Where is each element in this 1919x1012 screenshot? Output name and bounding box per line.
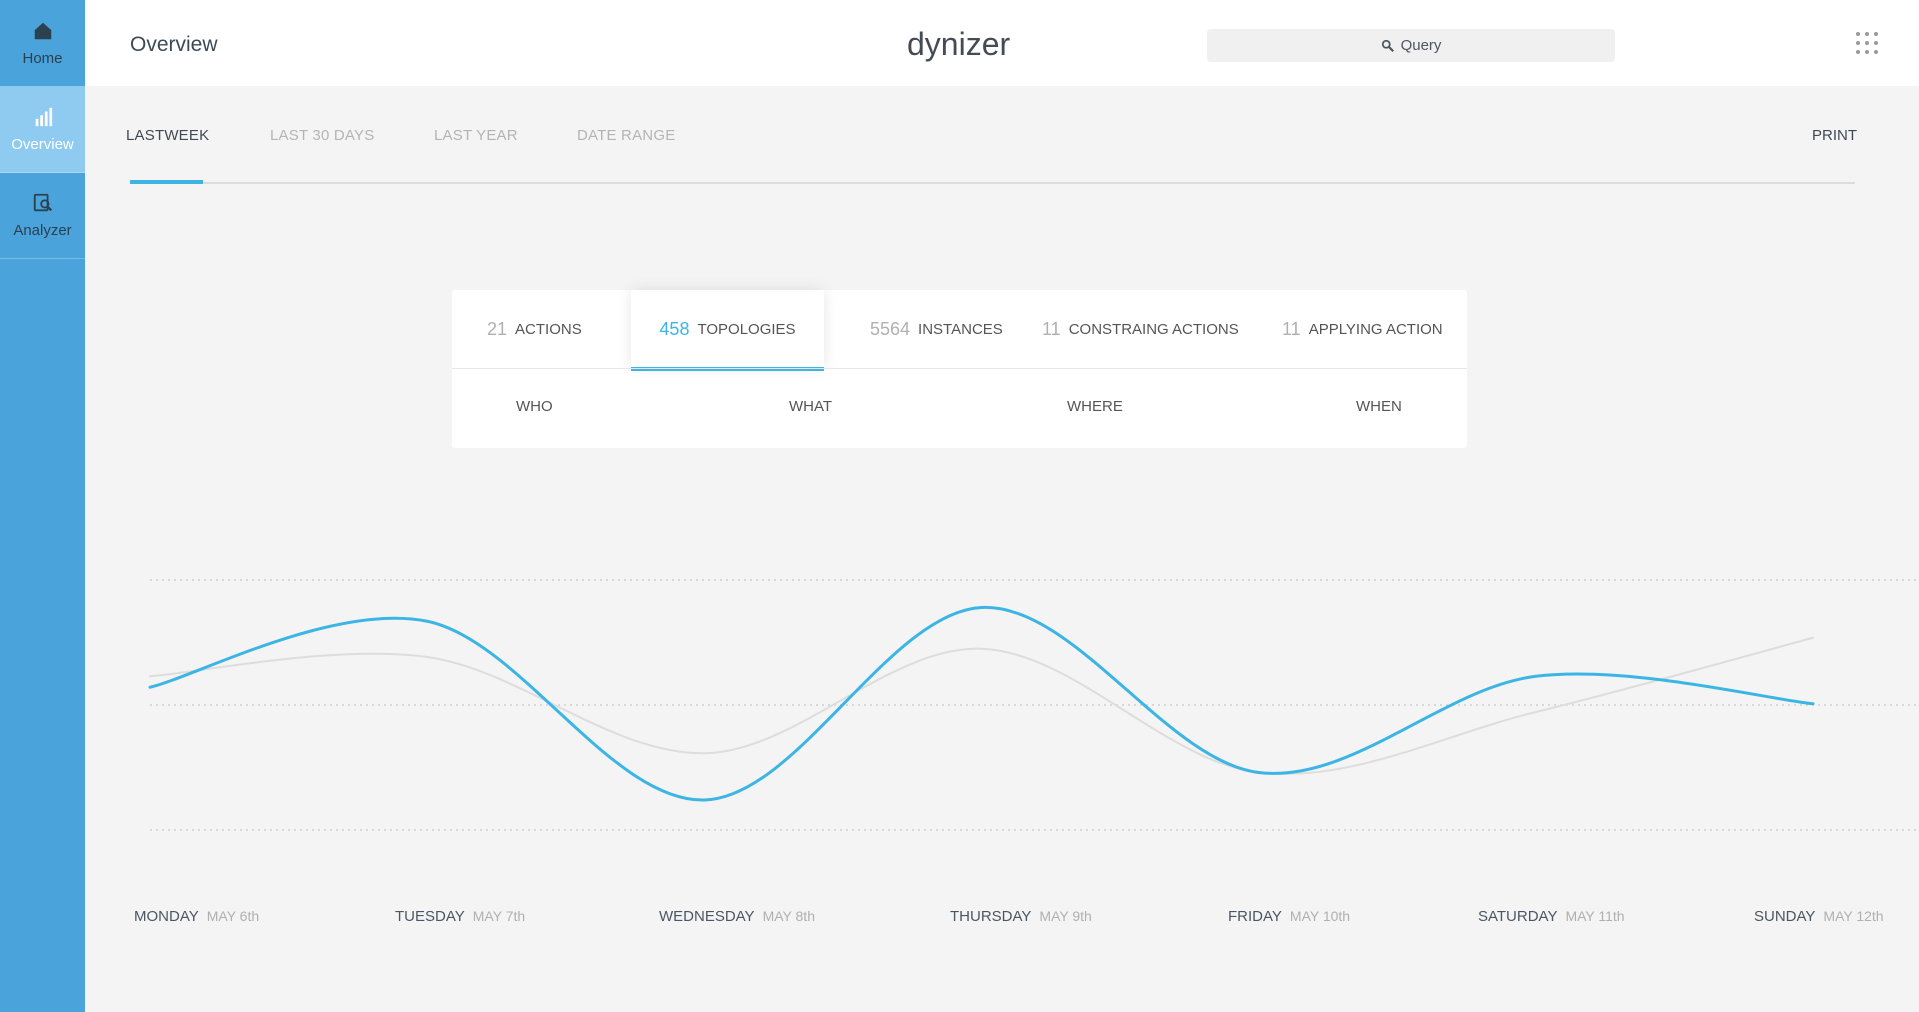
tab-last-30-days[interactable]: LAST 30 DAYS (270, 127, 374, 144)
stat-label: TOPOLOGIES (697, 320, 796, 338)
stat-applying-action[interactable]: 11 APPLYING ACTION (1282, 290, 1462, 368)
home-icon (34, 22, 51, 39)
analyzer-icon (33, 193, 52, 211)
page-title: Overview (130, 33, 218, 56)
x-tick-label: WEDNESDAY MAY 8th (659, 908, 815, 925)
stat-value: 11 (1042, 318, 1061, 339)
dimension-where[interactable]: WHERE (1067, 398, 1123, 415)
tab-date-range[interactable]: DATE RANGE (577, 127, 675, 144)
print-button[interactable]: PRINT (1812, 127, 1857, 144)
dimension-when[interactable]: WHEN (1356, 398, 1402, 415)
stat-value: 5564 (870, 318, 911, 339)
sidebar-item-overview[interactable]: Overview (0, 86, 85, 173)
sidebar-item-label: Analyzer (13, 221, 72, 239)
sidebar-item-home[interactable]: Home (0, 0, 85, 87)
sidebar-item-label: Overview (11, 135, 74, 153)
stat-instances[interactable]: 5564 INSTANCES (870, 290, 1020, 368)
tabs-divider (130, 182, 1855, 184)
stat-label: INSTANCES (918, 320, 1003, 338)
stat-value: 21 (487, 318, 508, 339)
x-tick-label: SATURDAY MAY 11th (1478, 908, 1625, 925)
series-line-primary (148, 605, 1815, 802)
stat-constraing-actions[interactable]: 11 CONSTRAING ACTIONS (1042, 290, 1257, 368)
x-tick-label: SUNDAY MAY 12th (1754, 908, 1884, 925)
stat-topologies[interactable]: 458 TOPOLOGIES (631, 290, 824, 371)
stat-value: 11 (1282, 318, 1301, 339)
stat-label: ACTIONS (515, 320, 582, 338)
stats-card: 21 ACTIONS 458 TOPOLOGIES 5564 INSTANCES… (452, 290, 1467, 448)
tab-last-year[interactable]: LAST YEAR (434, 127, 518, 144)
x-tick-label: THURSDAY MAY 9th (950, 908, 1092, 925)
search-icon (1381, 39, 1394, 52)
stat-label: CONSTRAING ACTIONS (1068, 320, 1239, 338)
stat-label: APPLYING ACTION (1308, 320, 1443, 338)
tab-lastweek[interactable]: LASTWEEK (126, 127, 209, 144)
card-divider (452, 368, 1467, 369)
dimension-who[interactable]: WHO (516, 398, 553, 415)
series-line-secondary (149, 636, 1814, 775)
x-tick-label: TUESDAY MAY 7th (395, 908, 526, 925)
search-placeholder: Query (1400, 37, 1442, 54)
sidebar: Home Overview Analyzer (0, 0, 85, 1012)
stat-actions[interactable]: 21 ACTIONS (487, 290, 617, 368)
top-bar: Overview dynizer Query (85, 0, 1919, 86)
dynizer-logo: dynizer (907, 26, 1011, 62)
x-tick-label: FRIDAY MAY 10th (1228, 908, 1351, 925)
dimension-what[interactable]: WHAT (789, 398, 832, 415)
search-input[interactable]: Query (1207, 29, 1615, 62)
x-tick-label: MONDAY MAY 6th (134, 908, 260, 925)
sidebar-item-label: Home (22, 49, 63, 67)
line-chart (148, 579, 1919, 831)
svg-text:dynizer: dynizer (907, 26, 1011, 62)
apps-grid-icon[interactable] (1855, 31, 1879, 55)
bar-chart-icon (35, 107, 52, 126)
stat-value: 458 (659, 318, 690, 339)
sidebar-item-analyzer[interactable]: Analyzer (0, 172, 85, 259)
active-tab-indicator (130, 180, 203, 184)
